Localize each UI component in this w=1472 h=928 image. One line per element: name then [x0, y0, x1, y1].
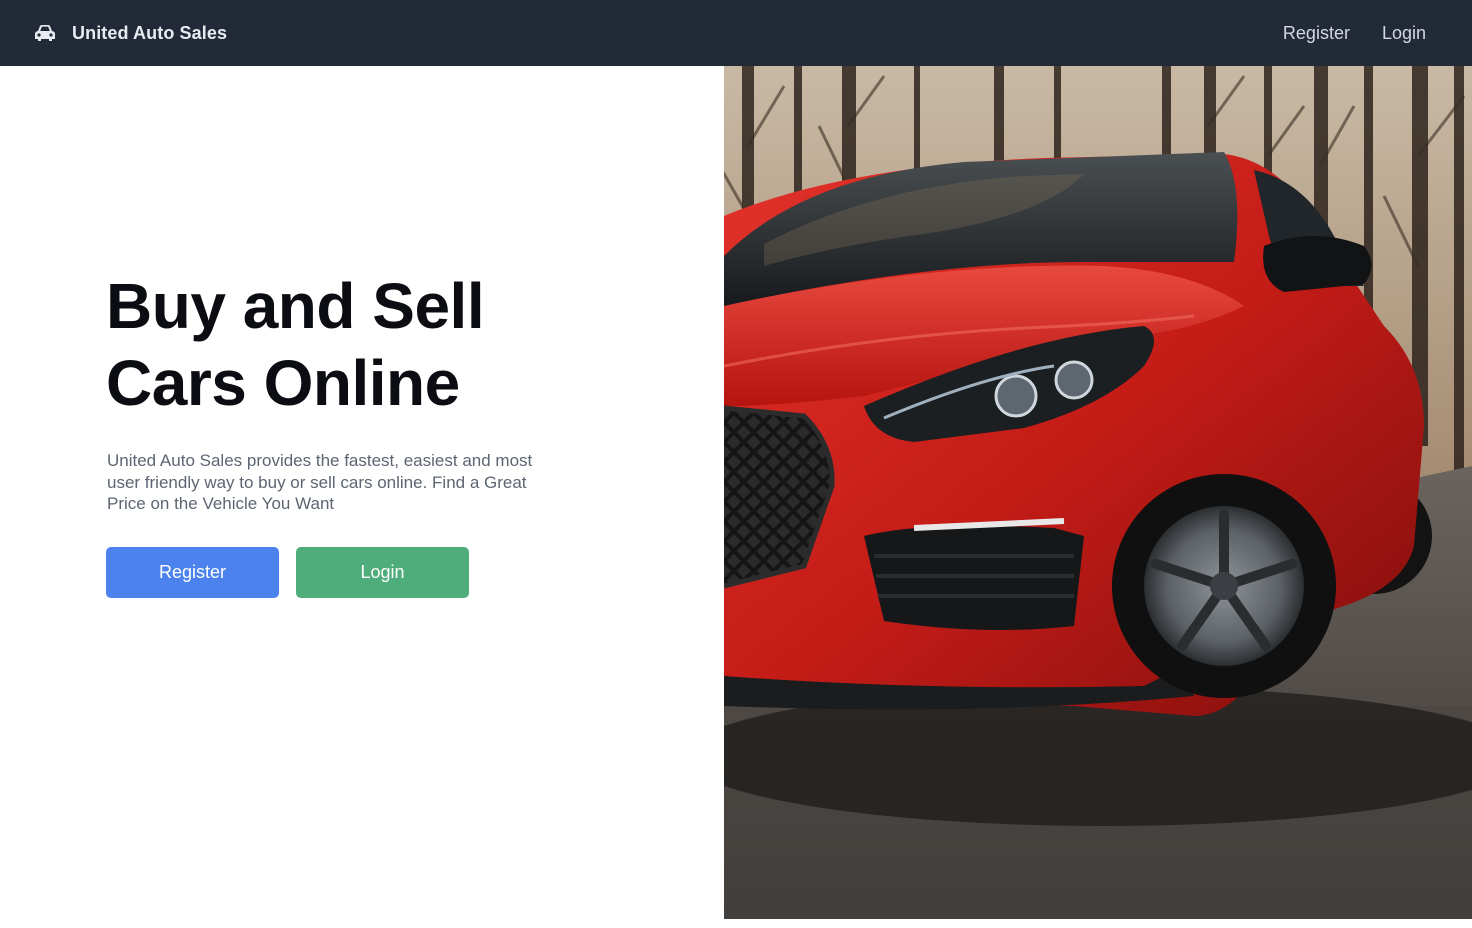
hero-title: Buy and Sell Cars Online — [106, 268, 566, 422]
hero-car-image — [724, 66, 1472, 919]
hero-section: Buy and Sell Cars Online United Auto Sal… — [0, 66, 724, 928]
login-button[interactable]: Login — [296, 547, 469, 598]
nav-links: Register Login — [1283, 23, 1426, 44]
nav-login-link[interactable]: Login — [1382, 23, 1426, 44]
car-icon — [35, 25, 55, 41]
nav-register-link[interactable]: Register — [1283, 23, 1350, 44]
brand-name: United Auto Sales — [72, 22, 228, 43]
register-button[interactable]: Register — [106, 547, 279, 598]
hero-title-line-2: Cars Online — [106, 347, 460, 419]
top-navbar: United Auto Sales Register Login — [0, 0, 1472, 66]
brand[interactable]: United Auto Sales — [34, 23, 227, 44]
hero-description: United Auto Sales provides the fastest, … — [107, 451, 533, 513]
hero-title-line-1: Buy and Sell — [106, 270, 485, 342]
